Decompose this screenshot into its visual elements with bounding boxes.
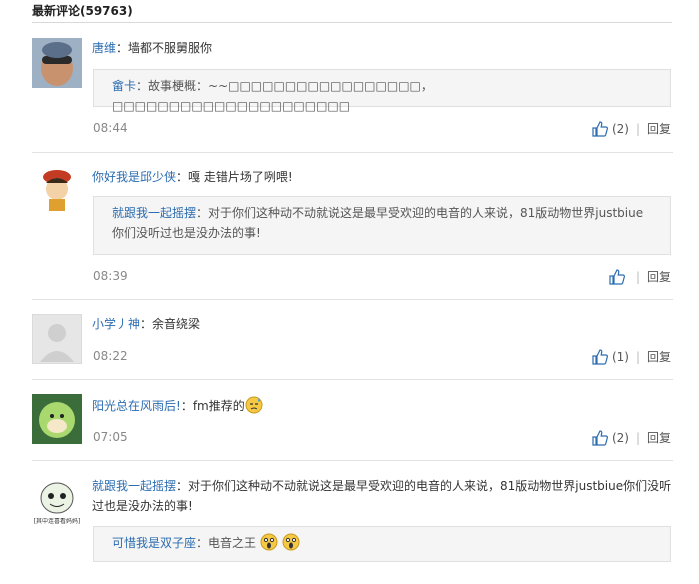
divider: [32, 152, 673, 153]
thumbs-up-icon[interactable]: [592, 120, 608, 137]
quote-author[interactable]: 可惜我是双子座: [112, 536, 196, 550]
comment-text: ：嘎 走错片场了咧喂!: [176, 170, 293, 184]
quote-text: ：故事梗概：~~□□□□□□□□□□□□□□□□□，□□□□□□□□□□□□□□…: [112, 79, 433, 113]
quote-text: ：电音之王: [196, 536, 257, 550]
avatar[interactable]: [32, 165, 82, 215]
avatar[interactable]: [32, 394, 82, 444]
scream-emoji-icon: [260, 533, 278, 551]
comment-item: 小学丿神：余音绕梁 08:22 (1) | 回复: [32, 314, 673, 380]
avatar-caption: [其中连喜看妈妈]: [33, 518, 81, 525]
quoted-comment: 畲卡：故事梗概：~~□□□□□□□□□□□□□□□□□，□□□□□□□□□□□□…: [93, 69, 671, 113]
comment-item: 唐维：墙都不服舅服你 畲卡：故事梗概：~~□□□□□□□□□□□□□□□□□，□…: [32, 38, 673, 153]
quoted-comment: 可惜我是双子座：电音之王: [93, 526, 671, 562]
divider: |: [635, 121, 640, 136]
reply-link[interactable]: 回复: [647, 120, 671, 137]
comment-actions: (2) | 回复: [592, 429, 671, 446]
comment-text: ：墙都不服舅服你: [116, 41, 213, 55]
comment-author[interactable]: 小学丿神: [92, 317, 140, 331]
sweat-emoji-icon: [245, 396, 263, 414]
comment-item: [其中连喜看妈妈] 就跟我一起摇摆：对于你们这种动不动就说这是最早受欢迎的电音的…: [32, 476, 673, 584]
reply-link[interactable]: 回复: [647, 348, 671, 365]
avatar[interactable]: [其中连喜看妈妈]: [32, 476, 82, 526]
comment-actions: | 回复: [609, 268, 671, 285]
reply-link[interactable]: 回复: [647, 268, 671, 285]
comment-body: 唐维：墙都不服舅服你: [92, 38, 212, 58]
divider: [32, 299, 673, 300]
thumbs-up-icon[interactable]: [609, 268, 625, 285]
comment-author[interactable]: 唐维: [92, 41, 116, 55]
swimmer-avatar-image: [32, 38, 82, 88]
comment-time: 07:05: [93, 430, 128, 444]
thumbs-up-icon[interactable]: [592, 429, 608, 446]
comment-actions: (2) | 回复: [592, 120, 671, 137]
green-character-avatar-image: [32, 394, 82, 444]
comments-title: 最新评论(59763): [32, 4, 133, 18]
default-user-avatar-image: [32, 314, 82, 364]
comment-time: 08:44: [93, 121, 128, 135]
avatar[interactable]: [32, 38, 82, 88]
divider: |: [635, 349, 640, 364]
scream-emoji-icon: [282, 533, 300, 551]
comment-item: 阳光总在风雨后!：fm推荐的 07:05 (2) | 回复: [32, 394, 673, 461]
comment-time: 08:22: [93, 349, 128, 363]
comment-text: ：对于你们这种动不动就说这是最早受欢迎的电音的人来说，81版动物世界justbi…: [92, 479, 672, 513]
comments-header: 最新评论(59763): [32, 0, 672, 23]
quote-author[interactable]: 就跟我一起摇摆: [112, 206, 196, 220]
comment-author[interactable]: 就跟我一起摇摆: [92, 479, 176, 493]
comment-text: ：fm推荐的: [180, 399, 245, 413]
cartoon-boy-avatar-image: [32, 165, 82, 215]
quoted-comment: 就跟我一起摇摆：对于你们这种动不动就说这是最早受欢迎的电音的人来说，81版动物世…: [93, 196, 671, 255]
like-count: (2): [611, 121, 629, 136]
comment-body: 就跟我一起摇摆：对于你们这种动不动就说这是最早受欢迎的电音的人来说，81版动物世…: [92, 476, 672, 516]
thumbs-up-icon[interactable]: [592, 348, 608, 365]
avatar[interactable]: [32, 314, 82, 364]
comment-author[interactable]: 你好我是邱少侠: [92, 170, 176, 184]
divider: |: [635, 430, 640, 445]
reply-link[interactable]: 回复: [647, 429, 671, 446]
divider: |: [635, 269, 640, 284]
comment-actions: (1) | 回复: [592, 348, 671, 365]
comment-text: ：余音绕梁: [140, 317, 201, 331]
like-count: (2): [611, 430, 629, 445]
quote-author[interactable]: 畲卡: [112, 79, 136, 93]
comment-author[interactable]: 阳光总在风雨后!: [92, 399, 181, 413]
comment-item: 你好我是邱少侠：嘎 走错片场了咧喂! 就跟我一起摇摆：对于你们这种动不动就说这是…: [32, 165, 673, 300]
comment-body: 你好我是邱少侠：嘎 走错片场了咧喂!: [92, 167, 293, 187]
like-count: (1): [611, 349, 629, 364]
comment-body: 小学丿神：余音绕梁: [92, 314, 200, 334]
comment-time: 08:39: [93, 269, 128, 283]
divider: [32, 460, 673, 461]
divider: [32, 379, 673, 380]
comment-body: 阳光总在风雨后!：fm推荐的: [92, 396, 263, 416]
